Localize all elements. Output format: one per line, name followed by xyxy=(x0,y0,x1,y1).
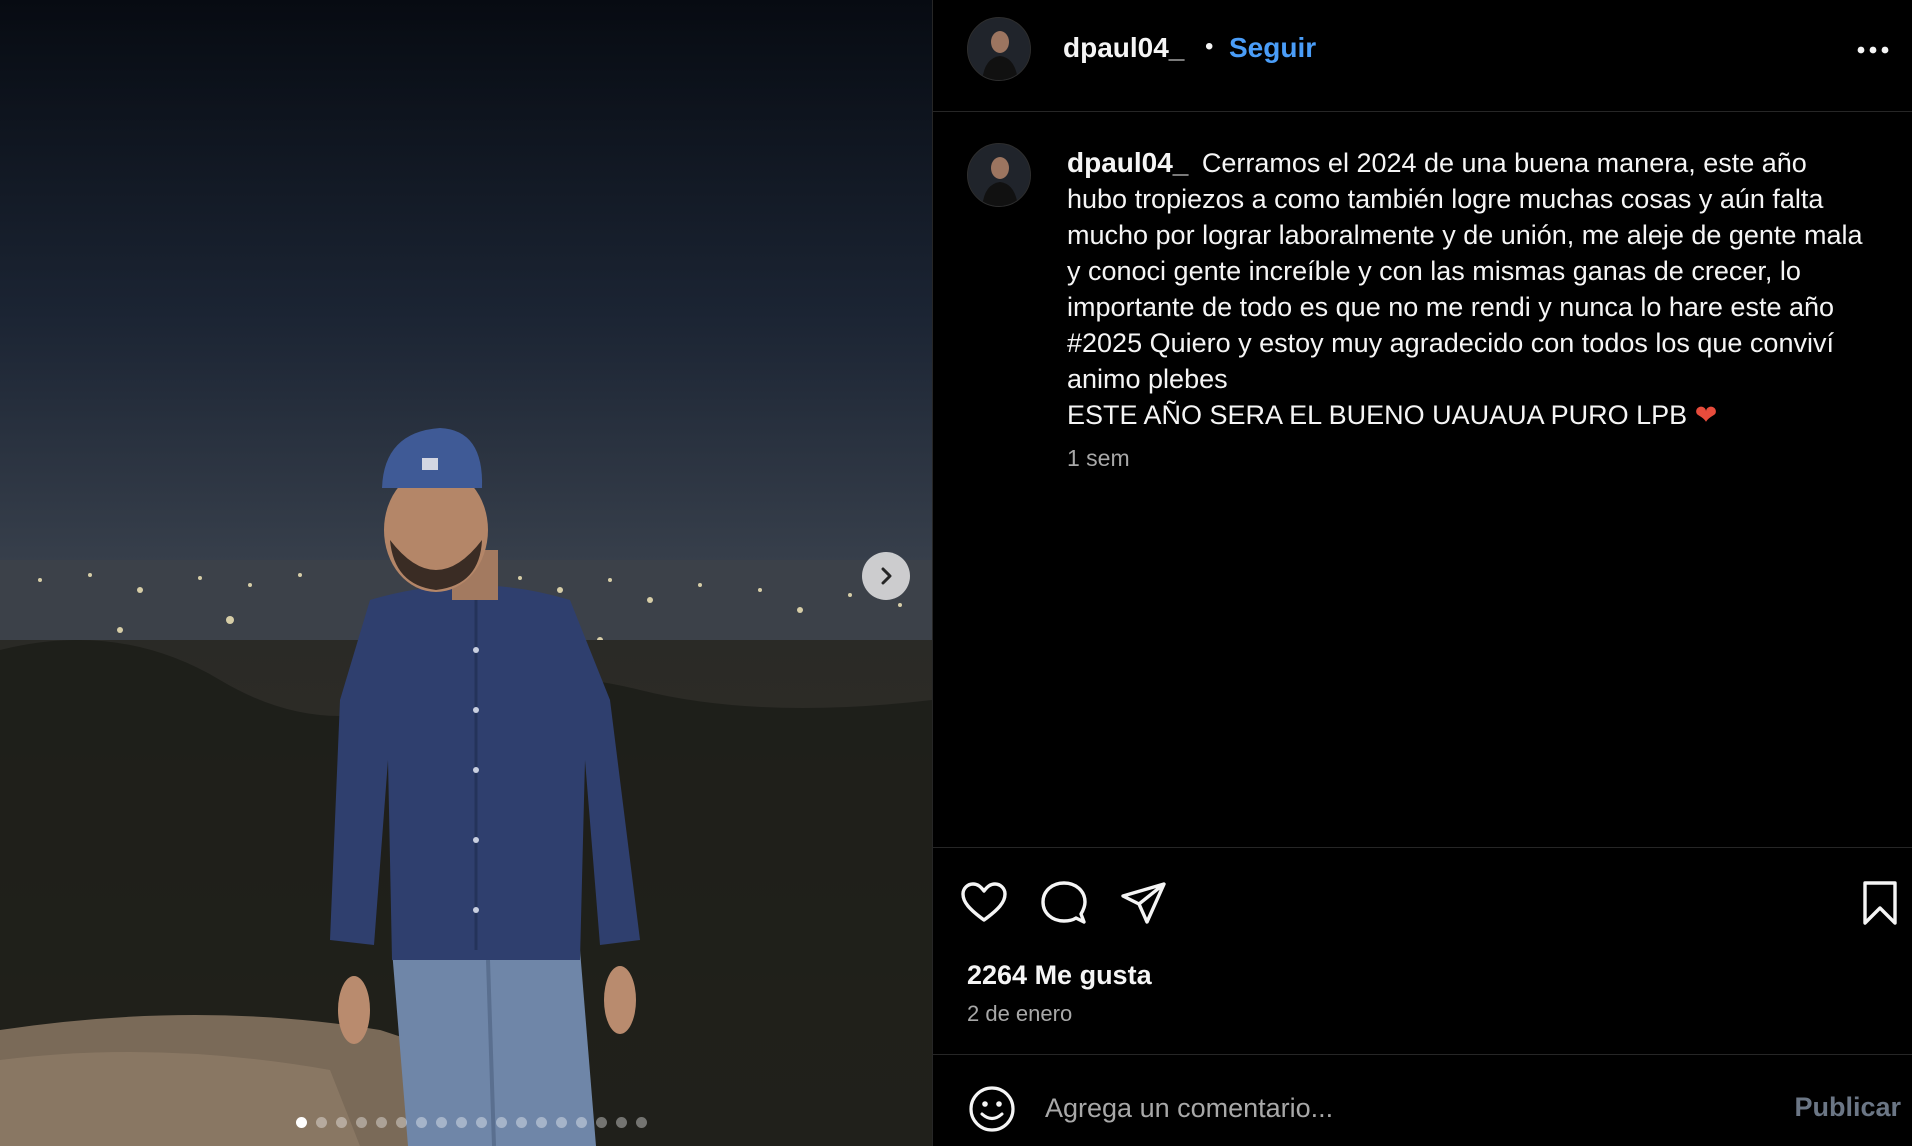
carousel-dot xyxy=(396,1117,407,1128)
carousel-dot xyxy=(476,1117,487,1128)
caption-text: Cerramos el 2024 de una buena manera, es… xyxy=(1067,148,1863,394)
post-author-username[interactable]: dpaul04_ xyxy=(1063,32,1184,64)
caption-tail-text: ESTE AÑO SERA EL BUENO UAUAUA PURO LPB xyxy=(1067,400,1688,430)
emoji-icon[interactable] xyxy=(967,1084,1017,1134)
chevron-right-icon xyxy=(881,567,892,585)
carousel-dot xyxy=(416,1117,427,1128)
more-options-icon[interactable] xyxy=(1853,36,1893,64)
avatar[interactable] xyxy=(967,17,1031,81)
caption-username[interactable]: dpaul04_ xyxy=(1067,147,1188,178)
bookmark-icon[interactable] xyxy=(1855,878,1905,928)
avatar-image xyxy=(968,18,1030,80)
carousel-dot xyxy=(516,1117,527,1128)
carousel-dot xyxy=(636,1117,647,1128)
avatar-image xyxy=(968,144,1030,206)
comment-bubble-icon[interactable] xyxy=(1039,878,1089,928)
carousel-dot xyxy=(616,1117,627,1128)
post-caption: dpaul04_ Cerramos el 2024 de una buena m… xyxy=(1067,145,1867,433)
comment-composer: Publicar xyxy=(933,1056,1912,1146)
post-details-panel: dpaul04_ • Seguir dpaul04_ Cerramos el 2… xyxy=(932,0,1912,1146)
like-count[interactable]: 2264 Me gusta xyxy=(967,960,1152,991)
heart-icon[interactable] xyxy=(959,878,1009,928)
caption-timestamp[interactable]: 1 sem xyxy=(1067,445,1130,472)
carousel-dot xyxy=(576,1117,587,1128)
post-media[interactable] xyxy=(0,0,932,1146)
caption-section: dpaul04_ Cerramos el 2024 de una buena m… xyxy=(933,113,1912,847)
carousel-dot xyxy=(456,1117,467,1128)
follow-button[interactable]: Seguir xyxy=(1229,32,1316,64)
carousel-dot xyxy=(436,1117,447,1128)
publish-button[interactable]: Publicar xyxy=(1794,1092,1901,1123)
post-date[interactable]: 2 de enero xyxy=(967,1001,1072,1027)
action-bar: 2264 Me gusta 2 de enero xyxy=(933,847,1912,1055)
carousel-dot xyxy=(496,1117,507,1128)
carousel-dot xyxy=(556,1117,567,1128)
post-photo xyxy=(0,0,932,1146)
carousel-dot xyxy=(336,1117,347,1128)
carousel-next-button[interactable] xyxy=(862,552,910,600)
carousel-dot xyxy=(296,1117,307,1128)
carousel-dot xyxy=(316,1117,327,1128)
separator-dot: • xyxy=(1205,33,1214,60)
caption-tail: ESTE AÑO SERA EL BUENO UAUAUA PURO LPB ❤ xyxy=(1067,397,1867,433)
post-header: dpaul04_ • Seguir xyxy=(933,0,1912,112)
paper-plane-icon[interactable] xyxy=(1119,878,1169,928)
carousel-dot xyxy=(376,1117,387,1128)
avatar[interactable] xyxy=(967,143,1031,207)
carousel-indicator xyxy=(296,1117,647,1128)
carousel-dot xyxy=(536,1117,547,1128)
heart-emoji: ❤ xyxy=(1694,400,1718,430)
comment-input[interactable] xyxy=(1045,1086,1685,1130)
carousel-dot xyxy=(356,1117,367,1128)
carousel-dot xyxy=(596,1117,607,1128)
